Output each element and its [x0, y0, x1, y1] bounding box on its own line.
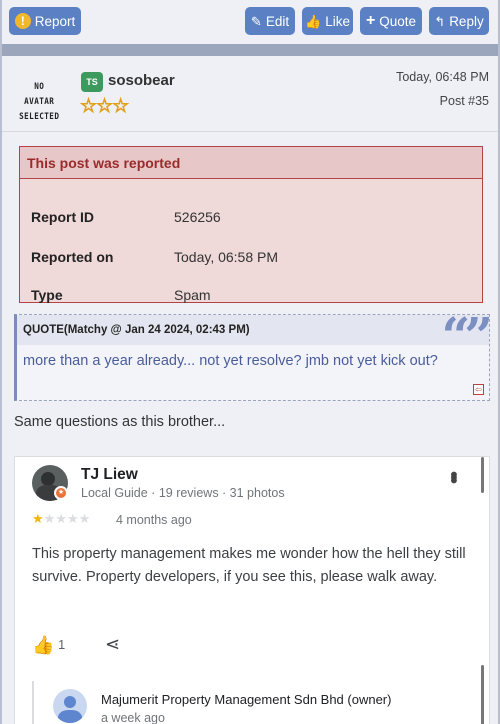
plus-icon: + — [365, 12, 376, 29]
quote-label: Quote — [379, 13, 417, 29]
quote-text: more than a year already... not yet reso… — [23, 353, 438, 369]
report-row-key: Report ID — [31, 209, 94, 225]
reviewer-meta: Local Guide · 19 reviews · 31 photos — [81, 486, 285, 500]
report-row-value: Spam — [174, 287, 211, 303]
report-row: Reported on Today, 06:58 PM — [20, 237, 482, 277]
review-rating-stars: ★★★★★ — [32, 511, 90, 527]
forum-post-frame: ! Report ✎ Edit 👍 Like + Quote ↰ Reply N… — [0, 0, 500, 724]
reply-label: Reply — [449, 13, 484, 29]
embedded-review-image: ★ TJ Liew Local Guide · 19 reviews · 31 … — [14, 456, 490, 724]
scrollbar — [481, 457, 484, 493]
owner-avatar — [53, 689, 87, 723]
reported-notice: This post was reported Report ID 526256 … — [19, 146, 483, 303]
user-initials-badge[interactable]: TS — [81, 72, 103, 92]
thumbs-up-icon: 👍 — [305, 13, 322, 29]
quote-button[interactable]: + Quote — [360, 7, 422, 35]
reviewer-name: TJ Liew — [81, 466, 138, 483]
post-message: Same questions as this brother... — [14, 414, 226, 430]
review-time: 4 months ago — [116, 513, 192, 527]
pencil-icon: ✎ — [250, 13, 262, 29]
report-row-value: 526256 — [174, 209, 221, 225]
scrollbar — [481, 665, 484, 724]
rank-star-icon: ☆ — [79, 96, 97, 118]
review-text: This property management makes me wonder… — [32, 546, 466, 585]
owner-name: Majumerit Property Management Sdn Bhd (o… — [101, 692, 392, 707]
reported-title: This post was reported — [20, 147, 482, 179]
post-toolbar: ! Report ✎ Edit 👍 Like + Quote ↰ Reply — [2, 0, 498, 44]
quote-header: QUOTE(Matchy @ Jan 24 2024, 02:43 PM) — [17, 315, 489, 345]
report-row: Report ID 526256 — [20, 197, 482, 237]
report-row: Type Spam — [20, 275, 482, 315]
owner-reply-time: a week ago — [101, 711, 165, 724]
quote-block: QUOTE(Matchy @ Jan 24 2024, 02:43 PM) “”… — [14, 306, 493, 401]
report-row-value: Today, 06:58 PM — [174, 249, 279, 265]
no-avatar-line1: NO AVATAR — [24, 82, 55, 107]
post-body: This post was reported Report ID 526256 … — [2, 132, 498, 724]
like-button[interactable]: 👍 Like — [302, 7, 353, 35]
post-timestamp: Today, 06:48 PM — [396, 70, 489, 84]
no-avatar-line2: SELECTED — [19, 112, 60, 122]
like-label: Like — [325, 13, 350, 29]
reply-arrow-icon: ↰ — [434, 13, 446, 29]
star-empty-icon: ★ — [55, 511, 67, 526]
star-empty-icon: ★ — [66, 511, 79, 526]
local-guide-badge-icon: ★ — [54, 486, 68, 500]
report-label: Report — [34, 13, 76, 29]
reply-button[interactable]: ↰ Reply — [429, 7, 489, 35]
post-number-link[interactable]: Post #35 — [440, 94, 489, 108]
jump-to-post-icon[interactable]: ⇦ — [473, 384, 484, 395]
report-button[interactable]: ! Report — [9, 7, 81, 35]
share-icon: ⋖ — [105, 634, 121, 654]
edit-label: Edit — [265, 13, 290, 29]
report-row-key: Reported on — [31, 249, 114, 265]
owner-reply-bar — [32, 681, 34, 724]
post-header: NO AVATAR SELECTED TS sosobear ☆☆☆ Today… — [2, 56, 498, 132]
rank-star-icon: ☆ — [96, 96, 114, 118]
more-options-icon: ••• — [442, 471, 464, 481]
quote-marks-icon: “” — [441, 306, 492, 365]
star-empty-icon: ★ — [78, 511, 91, 526]
thumbs-up-icon: 👍 — [32, 635, 55, 655]
rank-stars: ☆☆☆ — [79, 95, 130, 118]
star-filled-icon: ★ — [32, 511, 44, 526]
exclamation-icon: ! — [14, 13, 31, 29]
post-divider — [2, 44, 498, 56]
no-avatar-placeholder: NO AVATAR SELECTED — [18, 80, 61, 125]
star-empty-icon: ★ — [43, 511, 56, 526]
report-row-key: Type — [31, 287, 63, 303]
edit-button[interactable]: ✎ Edit — [245, 7, 295, 35]
username-link[interactable]: sosobear — [108, 72, 175, 89]
review-like-count: 1 — [58, 637, 66, 652]
rank-star-icon: ☆ — [112, 96, 130, 118]
